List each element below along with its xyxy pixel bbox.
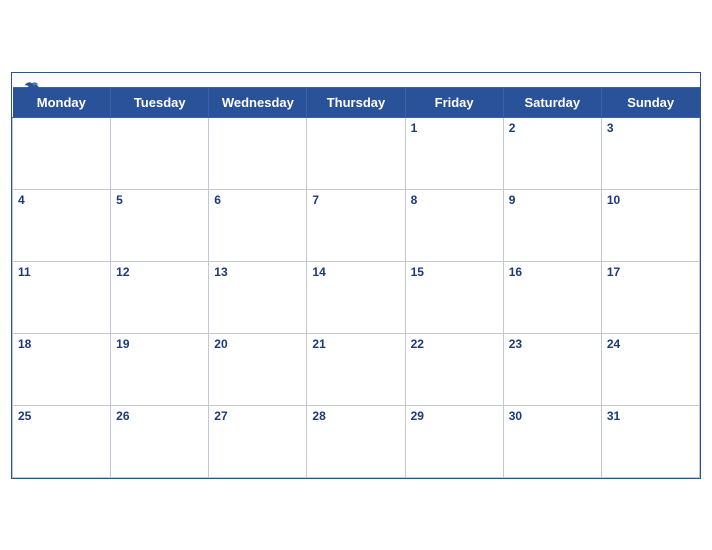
day-header-row: MondayTuesdayWednesdayThursdayFridaySatu… — [13, 87, 700, 117]
calendar-cell: 10 — [601, 189, 699, 261]
day-number: 30 — [509, 409, 596, 423]
calendar-header — [12, 73, 700, 87]
calendar-cell: 5 — [111, 189, 209, 261]
calendar-cell: 20 — [209, 333, 307, 405]
day-number: 20 — [214, 337, 301, 351]
calendar-cell: 24 — [601, 333, 699, 405]
day-number: 26 — [116, 409, 203, 423]
calendar-cell: 7 — [307, 189, 405, 261]
day-number: 22 — [411, 337, 498, 351]
calendar-cell: 31 — [601, 405, 699, 477]
calendar-cell: 26 — [111, 405, 209, 477]
day-header-tuesday: Tuesday — [111, 87, 209, 117]
calendar-cell: 12 — [111, 261, 209, 333]
calendar-cell: 21 — [307, 333, 405, 405]
day-number: 16 — [509, 265, 596, 279]
logo — [24, 81, 42, 95]
calendar-cell: 2 — [503, 117, 601, 189]
day-number: 31 — [607, 409, 694, 423]
calendar-week-0: 123 — [13, 117, 700, 189]
calendar-cell: 27 — [209, 405, 307, 477]
calendar-cell — [111, 117, 209, 189]
calendar-week-4: 25 26 27 28 29 30 31 — [13, 405, 700, 477]
calendar-cell: 23 — [503, 333, 601, 405]
calendar-week-3: 18 19 20 21 22 23 24 — [13, 333, 700, 405]
calendar-cell — [209, 117, 307, 189]
calendar-cell: 22 — [405, 333, 503, 405]
day-number: 4 — [18, 193, 105, 207]
day-number: 12 — [116, 265, 203, 279]
day-header-thursday: Thursday — [307, 87, 405, 117]
calendar-cell: 15 — [405, 261, 503, 333]
calendar-cell: 1 — [405, 117, 503, 189]
calendar-cell: 19 — [111, 333, 209, 405]
day-header-friday: Friday — [405, 87, 503, 117]
day-number: 17 — [607, 265, 694, 279]
calendar-cell: 25 — [13, 405, 111, 477]
calendar-cell: 17 — [601, 261, 699, 333]
calendar-cell — [13, 117, 111, 189]
calendar-cell: 28 — [307, 405, 405, 477]
day-number: 7 — [312, 193, 399, 207]
day-number: 3 — [607, 121, 694, 135]
day-number: 1 — [411, 121, 498, 135]
logo-bird-icon — [24, 81, 40, 95]
day-number: 19 — [116, 337, 203, 351]
day-header-saturday: Saturday — [503, 87, 601, 117]
logo-blue-text — [24, 81, 42, 95]
day-number: 21 — [312, 337, 399, 351]
calendar-cell: 4 — [13, 189, 111, 261]
day-header-wednesday: Wednesday — [209, 87, 307, 117]
day-number: 6 — [214, 193, 301, 207]
day-number: 27 — [214, 409, 301, 423]
calendar-cell: 18 — [13, 333, 111, 405]
calendar-cell: 13 — [209, 261, 307, 333]
day-number: 9 — [509, 193, 596, 207]
calendar-cell: 8 — [405, 189, 503, 261]
day-number: 10 — [607, 193, 694, 207]
calendar-cell: 16 — [503, 261, 601, 333]
day-number: 15 — [411, 265, 498, 279]
day-number: 8 — [411, 193, 498, 207]
calendar-cell: 30 — [503, 405, 601, 477]
day-number: 13 — [214, 265, 301, 279]
day-number: 14 — [312, 265, 399, 279]
calendar-cell: 9 — [503, 189, 601, 261]
calendar-container: MondayTuesdayWednesdayThursdayFridaySatu… — [11, 72, 701, 479]
day-number: 2 — [509, 121, 596, 135]
day-number: 5 — [116, 193, 203, 207]
day-number: 25 — [18, 409, 105, 423]
day-number: 29 — [411, 409, 498, 423]
calendar-grid: MondayTuesdayWednesdayThursdayFridaySatu… — [12, 87, 700, 478]
day-number: 28 — [312, 409, 399, 423]
calendar-cell: 6 — [209, 189, 307, 261]
day-number: 23 — [509, 337, 596, 351]
calendar-cell — [307, 117, 405, 189]
day-header-sunday: Sunday — [601, 87, 699, 117]
day-number: 18 — [18, 337, 105, 351]
calendar-week-1: 456789 10 — [13, 189, 700, 261]
day-number: 24 — [607, 337, 694, 351]
day-number: 11 — [18, 265, 105, 279]
calendar-cell: 14 — [307, 261, 405, 333]
calendar-week-2: 11 12 13 14 15 16 17 — [13, 261, 700, 333]
calendar-cell: 29 — [405, 405, 503, 477]
calendar-cell: 11 — [13, 261, 111, 333]
calendar-cell: 3 — [601, 117, 699, 189]
